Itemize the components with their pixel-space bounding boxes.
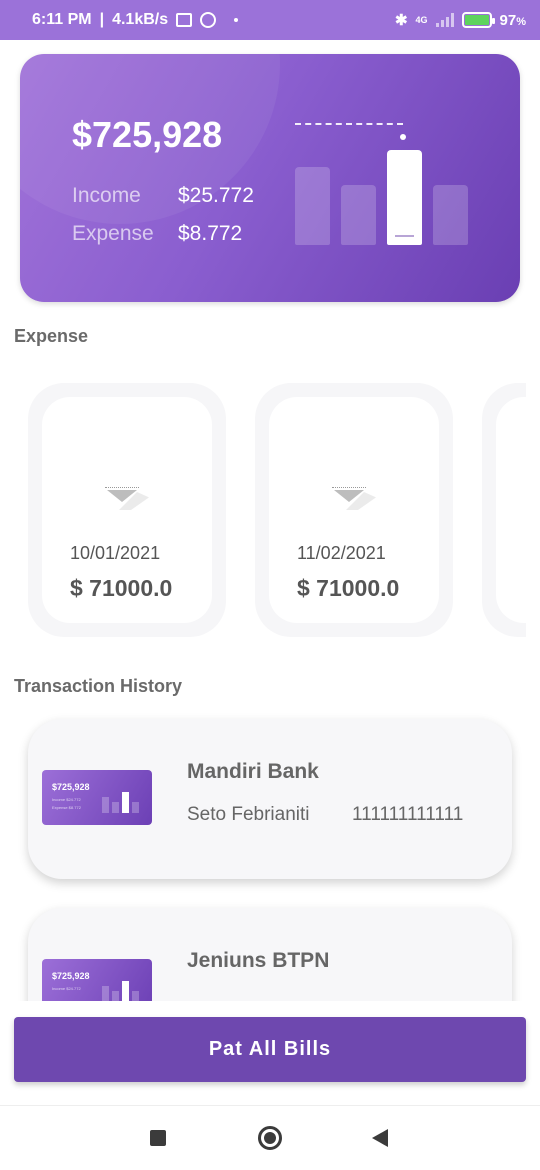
sync-icon xyxy=(200,12,217,28)
expense-card-inner: 11/02/2021 $ 71000.0 xyxy=(269,397,439,623)
bluetooth-icon: ✱ xyxy=(394,12,408,29)
expense-icon xyxy=(105,487,149,511)
income-row: Income $25.772 xyxy=(72,184,254,208)
income-label: Income xyxy=(72,184,141,207)
account-number: 111111111111 xyxy=(352,804,464,825)
status-bar: 6:11 PM | 4.1kB/s ✱ 4G 97% xyxy=(0,0,540,40)
expense-card-inner: 10/01/2021 $ 71000.0 xyxy=(42,397,212,623)
scroll-content[interactable]: $725,928 Income $25.772 Expense $8.772 E… xyxy=(0,40,540,1001)
recent-apps-icon[interactable] xyxy=(150,1130,166,1146)
bank-name: Mandiri Bank xyxy=(187,760,319,783)
chart-bar xyxy=(433,185,468,245)
notification-dot-icon xyxy=(234,18,239,22)
thumb-amount: $725,928 xyxy=(52,782,90,792)
income-value: $25.772 xyxy=(178,184,254,207)
thumb-amount: $725,928 xyxy=(52,971,90,981)
expense-row: Expense $8.772 xyxy=(72,222,242,246)
bank-name: Jeniuns BTPN xyxy=(187,949,330,972)
expense-label: Expense xyxy=(72,222,154,245)
expense-amount: $ 71000.0 xyxy=(297,575,400,601)
chart-bar xyxy=(295,167,330,245)
chart-bar xyxy=(341,185,376,245)
battery-icon xyxy=(461,12,495,28)
system-nav-bar xyxy=(0,1105,540,1170)
network-type: 4G xyxy=(415,15,428,25)
expense-card[interactable]: 10/01/2021 $ 71000.0 xyxy=(28,383,226,637)
expense-value: $8.772 xyxy=(178,222,243,245)
expense-date: 11/02/2021 xyxy=(297,543,386,563)
account-holder: Seto Febrianiti xyxy=(187,804,310,825)
expense-section-title: Expense xyxy=(14,326,89,346)
status-net-speed: 4.1kB/s xyxy=(112,11,169,28)
chart-dot xyxy=(400,134,406,140)
expense-card-partial[interactable] xyxy=(482,383,526,637)
pay-all-bills-button[interactable]: Pat All Bills xyxy=(14,1017,526,1082)
status-time: 6:11 PM xyxy=(32,11,92,28)
thumb-expense: Expense $8.772 xyxy=(52,805,81,810)
expense-icon xyxy=(332,487,376,511)
card-thumbnail: $725,928 Income $24.772 Expense $8.772 xyxy=(42,770,152,825)
chart-dashed-line xyxy=(295,123,403,125)
balance-amount: $725,928 xyxy=(72,114,223,155)
expense-card[interactable]: 11/02/2021 $ 71000.0 xyxy=(255,383,453,637)
expense-card-inner xyxy=(496,397,526,623)
transaction-card[interactable]: $725,928 Income $24.772 Expense $8.772 M… xyxy=(28,719,512,879)
status-separator: | xyxy=(99,11,105,28)
transaction-history-title: Transaction History xyxy=(14,676,183,696)
home-icon[interactable] xyxy=(258,1126,282,1150)
thumb-income: Income $24.772 xyxy=(52,986,81,991)
battery-level: 97% xyxy=(499,11,526,29)
back-icon[interactable] xyxy=(372,1129,388,1147)
signal-icon xyxy=(435,13,454,27)
expense-amount: $ 71000.0 xyxy=(70,575,173,601)
transaction-card[interactable]: $725,928 Income $24.772 Jeniuns BTPN xyxy=(28,908,512,1001)
balance-card: $725,928 Income $25.772 Expense $8.772 xyxy=(20,54,520,302)
card-thumbnail: $725,928 Income $24.772 xyxy=(42,959,152,1001)
expense-date: 10/01/2021 xyxy=(70,543,161,563)
chart-bar-active xyxy=(387,150,422,245)
thumb-income: Income $24.772 xyxy=(52,797,81,802)
image-icon xyxy=(176,13,193,27)
